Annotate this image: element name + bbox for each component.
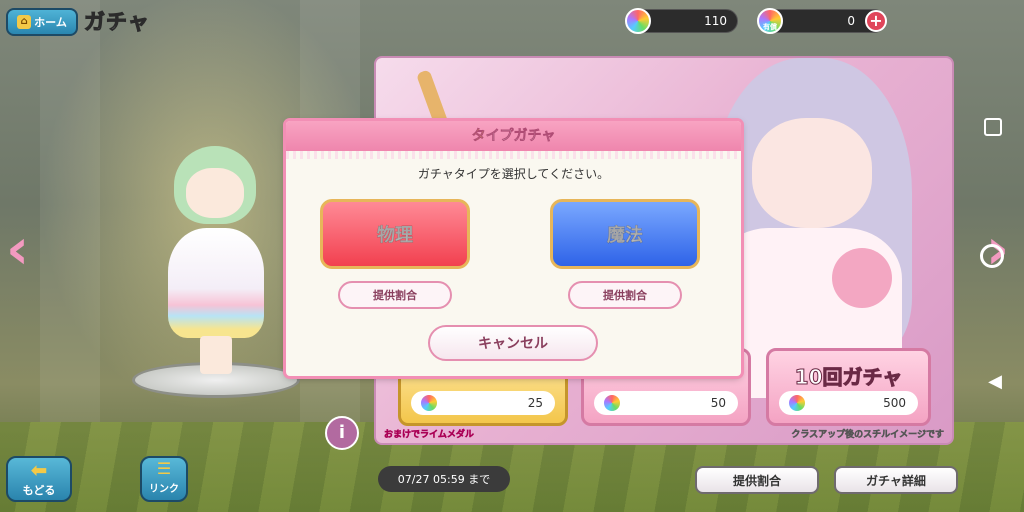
paid-gem-icon: 有償 <box>757 8 783 34</box>
magic-type-button[interactable]: 魔法 <box>550 199 700 269</box>
divider <box>286 151 741 159</box>
paid-gem-counter: 有償 0 + <box>757 8 887 34</box>
physical-type-label: 物理 <box>377 225 414 247</box>
gem-icon <box>787 393 807 413</box>
flower-icon <box>832 248 892 308</box>
gacha-details-button[interactable]: ガチャ詳細 <box>834 466 958 494</box>
menu-icon: ☰ <box>156 459 172 478</box>
paid-gem-count: 0 <box>847 14 855 28</box>
previous-banner-arrow-icon[interactable]: ‹ <box>6 222 29 278</box>
page-title: ガチャ <box>84 10 150 35</box>
back-triangle-icon[interactable]: ◀ <box>988 372 1002 392</box>
paid-gem-icon <box>419 393 439 413</box>
type-gacha-dialog: タイプガチャ ガチャタイプを選択してください。 物理 魔法 提供割合 提供割合 … <box>286 121 741 376</box>
still-image-note: クラスアップ後のスチルイメージです <box>791 430 944 441</box>
physical-type-button[interactable]: 物理 <box>320 199 470 269</box>
back-button-label: もどる <box>22 484 56 497</box>
home-circle-icon[interactable] <box>980 244 1004 268</box>
back-button[interactable]: ⬅ もどる <box>6 456 72 502</box>
magic-type-label: 魔法 <box>607 225 644 247</box>
dialog-title: タイプガチャ <box>286 121 741 151</box>
gem-icon <box>625 8 651 34</box>
free-gem-counter: 110 <box>625 8 738 34</box>
link-button-label: リンク <box>149 484 179 495</box>
bonus-text: おまけでライムメダル <box>384 430 474 441</box>
back-arrow-icon: ⬅ <box>30 458 48 482</box>
home-button[interactable]: ⌂ ホーム <box>6 8 78 36</box>
free-gem-count: 110 <box>704 14 727 28</box>
single-pull-cost: 25 <box>527 396 543 410</box>
add-gems-button[interactable]: + <box>865 10 887 32</box>
link-button[interactable]: ☰ リンク <box>140 456 188 502</box>
rates-button[interactable]: 提供割合 <box>695 466 819 494</box>
dialog-message: ガチャタイプを選択してください。 <box>417 167 610 181</box>
home-icon: ⌂ <box>17 15 32 29</box>
cancel-button[interactable]: キャンセル <box>428 325 598 361</box>
physical-rates-button[interactable]: 提供割合 <box>338 281 452 309</box>
home-button-label: ホーム <box>34 16 67 29</box>
gacha-deadline: 07/27 05:59 まで <box>378 466 510 492</box>
info-icon[interactable]: i <box>325 416 359 450</box>
background-pillar <box>40 0 100 422</box>
ten-pull-label: 10回ガチャ <box>794 365 903 390</box>
ten-pull-cost: 500 <box>883 396 906 410</box>
character-illustration[interactable] <box>160 140 270 375</box>
ten-pull-button[interactable]: 10回ガチャ 500 <box>766 348 931 426</box>
magic-rates-button[interactable]: 提供割合 <box>568 281 682 309</box>
gem-icon <box>602 393 622 413</box>
discount-pull-cost: 50 <box>710 396 726 410</box>
recent-apps-icon[interactable] <box>984 118 1002 136</box>
